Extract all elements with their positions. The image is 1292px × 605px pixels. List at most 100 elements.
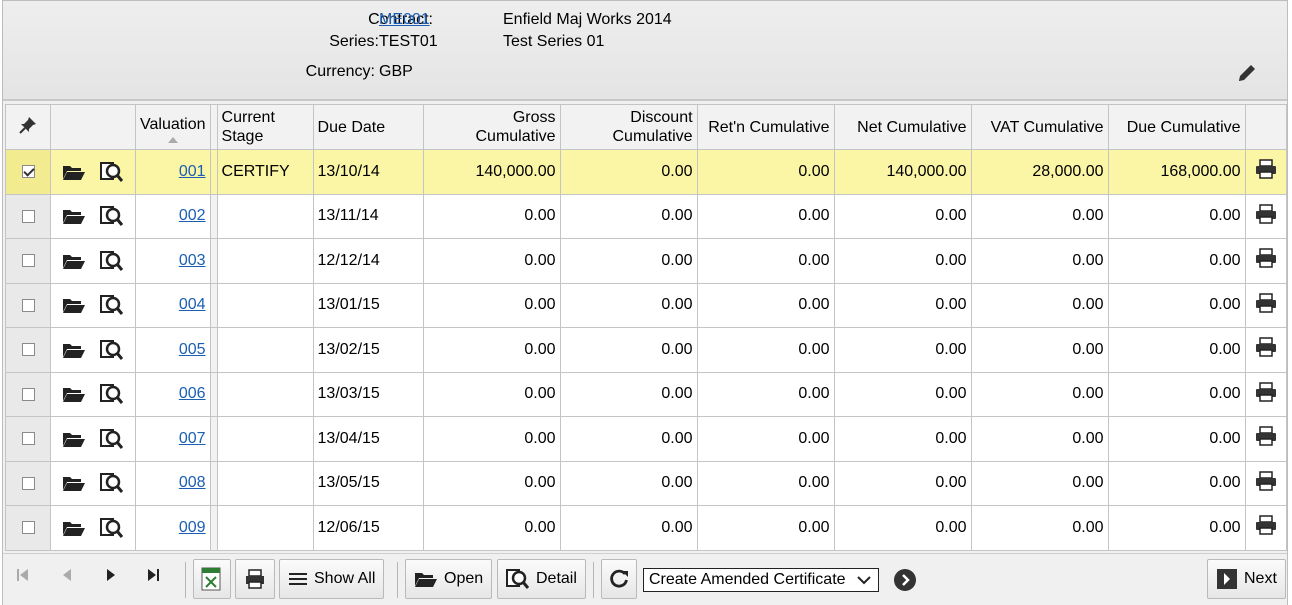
- show-all-button[interactable]: Show All: [279, 559, 385, 599]
- export-excel-button[interactable]: [193, 559, 231, 599]
- printer-icon[interactable]: [1254, 292, 1278, 314]
- due-cell: 0.00: [1107, 416, 1246, 462]
- next-page-button[interactable]: [103, 566, 119, 584]
- row-checkbox[interactable]: [21, 521, 35, 535]
- toolbar-separator: [397, 562, 398, 598]
- table-row[interactable]: 003 12/12/14 0.00 0.00 0.00 0.00 0.00 0.00: [5, 238, 1287, 284]
- row-select-cell[interactable]: [5, 193, 51, 239]
- open-folder-icon[interactable]: [62, 474, 86, 492]
- table-row[interactable]: 006 13/03/15 0.00 0.00 0.00 0.00 0.00 0.00: [5, 371, 1287, 417]
- previous-page-button[interactable]: [59, 566, 75, 584]
- contract-link[interactable]: ME001: [379, 11, 430, 29]
- detail-button[interactable]: Detail: [497, 559, 586, 599]
- valuation-link[interactable]: 005: [179, 341, 206, 358]
- go-action-button[interactable]: [893, 568, 917, 592]
- row-checkbox[interactable]: [21, 298, 35, 312]
- printer-icon[interactable]: [1254, 158, 1278, 180]
- due-cell: 0.00: [1107, 371, 1246, 417]
- print-list-button[interactable]: [235, 559, 275, 599]
- retn-cumulative-column-header[interactable]: Ret'n Cumulative: [696, 104, 835, 150]
- row-select-cell[interactable]: [5, 327, 51, 373]
- open-folder-icon[interactable]: [62, 252, 86, 270]
- valuation-link[interactable]: 002: [179, 207, 206, 224]
- net-cumulative-column-header[interactable]: Net Cumulative: [833, 104, 972, 150]
- printer-icon[interactable]: [1254, 381, 1278, 403]
- pin-column-header[interactable]: [5, 104, 51, 150]
- first-page-button[interactable]: [15, 566, 31, 584]
- magnify-detail-icon[interactable]: [100, 472, 124, 494]
- due-date-column-header[interactable]: Due Date: [312, 104, 424, 150]
- table-row[interactable]: 004 13/01/15 0.00 0.00 0.00 0.00 0.00 0.00: [5, 282, 1287, 328]
- row-select-cell[interactable]: [5, 238, 51, 284]
- vat-cumulative-column-header[interactable]: VAT Cumulative: [970, 104, 1109, 150]
- row-checkbox[interactable]: [21, 165, 35, 179]
- table-row[interactable]: 001 CERTIFY 13/10/14 140,000.00 0.00 0.00 140,…: [5, 149, 1287, 195]
- open-folder-icon[interactable]: [62, 163, 86, 181]
- row-select-cell[interactable]: [5, 149, 51, 195]
- row-select-cell[interactable]: [5, 460, 51, 506]
- magnify-detail-icon[interactable]: [100, 205, 124, 227]
- open-button[interactable]: Open: [405, 559, 493, 599]
- gross-cumulative-column-header[interactable]: Gross Cumulative: [422, 104, 561, 150]
- printer-icon[interactable]: [1254, 470, 1278, 492]
- magnify-detail-icon[interactable]: [100, 383, 124, 405]
- valuation-link[interactable]: 001: [179, 163, 206, 180]
- printer-icon[interactable]: [1254, 203, 1278, 225]
- row-checkbox[interactable]: [21, 209, 35, 223]
- magnify-detail-icon[interactable]: [100, 517, 124, 539]
- table-row[interactable]: 009 12/06/15 0.00 0.00 0.00 0.00 0.00 0.00: [5, 505, 1287, 551]
- gross-cell: 0.00: [422, 460, 561, 506]
- open-folder-icon[interactable]: [62, 385, 86, 403]
- row-checkbox[interactable]: [21, 432, 35, 446]
- printer-icon[interactable]: [1254, 514, 1278, 536]
- gross-header-line1: Gross: [512, 109, 556, 126]
- action-select[interactable]: Create Amended Certificate: [643, 568, 879, 592]
- toolbar-separator: [593, 562, 594, 598]
- row-checkbox[interactable]: [21, 476, 35, 490]
- row-checkbox[interactable]: [21, 387, 35, 401]
- row-select-cell[interactable]: [5, 505, 51, 551]
- table-row[interactable]: 002 13/11/14 0.00 0.00 0.00 0.00 0.00 0.00: [5, 193, 1287, 239]
- valuation-column-header[interactable]: Valuation: [135, 104, 211, 150]
- valuation-link[interactable]: 008: [179, 474, 206, 491]
- magnify-detail-icon[interactable]: [100, 294, 124, 316]
- open-folder-icon[interactable]: [62, 430, 86, 448]
- printer-icon[interactable]: [1254, 247, 1278, 269]
- open-folder-icon[interactable]: [62, 519, 86, 537]
- pencil-edit-icon[interactable]: [1235, 61, 1259, 85]
- row-print-cell: [1244, 282, 1287, 328]
- due-cumulative-column-header[interactable]: Due Cumulative: [1107, 104, 1246, 150]
- row-checkbox[interactable]: [21, 343, 35, 357]
- open-folder-icon[interactable]: [62, 207, 86, 225]
- open-folder-icon[interactable]: [62, 296, 86, 314]
- magnify-detail-icon[interactable]: [100, 339, 124, 361]
- row-print-cell: [1244, 505, 1287, 551]
- magnify-detail-icon[interactable]: [100, 428, 124, 450]
- row-select-cell[interactable]: [5, 416, 51, 462]
- column-separator: [209, 371, 218, 417]
- valuation-link[interactable]: 003: [179, 252, 206, 269]
- valuation-link[interactable]: 004: [179, 296, 206, 313]
- table-row[interactable]: 007 13/04/15 0.00 0.00 0.00 0.00 0.00 0.00: [5, 416, 1287, 462]
- row-select-cell[interactable]: [5, 371, 51, 417]
- table-row[interactable]: 008 13/05/15 0.00 0.00 0.00 0.00 0.00 0.00: [5, 460, 1287, 506]
- magnify-detail-icon[interactable]: [100, 161, 124, 183]
- valuation-link[interactable]: 007: [179, 430, 206, 447]
- refresh-button[interactable]: [601, 559, 637, 599]
- printer-icon[interactable]: [1254, 336, 1278, 358]
- next-button[interactable]: Next: [1207, 559, 1286, 599]
- open-folder-icon[interactable]: [62, 341, 86, 359]
- retn-cell: 0.00: [696, 238, 835, 284]
- current-stage-column-header[interactable]: Current Stage: [216, 104, 314, 150]
- printer-icon[interactable]: [1254, 425, 1278, 447]
- chevron-down-icon: [857, 576, 871, 585]
- valuation-link[interactable]: 006: [179, 385, 206, 402]
- table-row[interactable]: 005 13/02/15 0.00 0.00 0.00 0.00 0.00 0.00: [5, 327, 1287, 373]
- row-checkbox[interactable]: [21, 254, 35, 268]
- valuation-link[interactable]: 009: [179, 519, 206, 536]
- magnify-detail-icon[interactable]: [100, 250, 124, 272]
- net-cell: 0.00: [833, 371, 972, 417]
- last-page-button[interactable]: [145, 566, 161, 584]
- discount-cumulative-column-header[interactable]: Discount Cumulative: [559, 104, 698, 150]
- row-select-cell[interactable]: [5, 282, 51, 328]
